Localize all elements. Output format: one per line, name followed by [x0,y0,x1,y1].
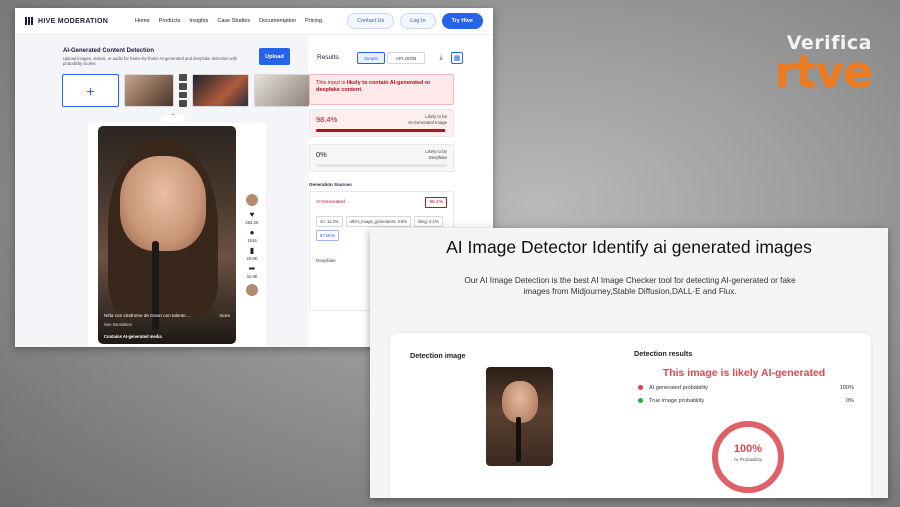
df-score-bar [316,164,447,167]
gauge-arc [712,421,784,493]
thumbnail-3[interactable] [254,74,311,107]
upload-header: AI-Generated Content Detection Upload im… [63,48,248,66]
df-label-line2: Deepfake [428,154,447,160]
video-caption-text: Niña con síndrome de Down con talento ..… [104,313,191,318]
gauge-label: AI Probability [733,458,763,463]
gen-source-score: 98.4% [425,197,447,208]
ai-label-line2: AI-Generated Image [408,119,447,125]
video-action-rail: ♥ 263.4K ● 1616 ▮ 20.8K ➦ 32.8K [242,193,262,297]
true-probability-label: True image probability [649,398,705,404]
results-header: Results Simple API JSON ⤓ ▦ [309,52,493,68]
log-in-button[interactable]: Log In [400,13,436,29]
upload-title: AI-Generated Content Detection [63,48,155,54]
ai-score-label: Likely to be AI-Generated Image [408,114,447,125]
heart-icon[interactable]: ♥ [250,211,255,219]
results-title: Results [317,54,339,61]
ai-probability-label: AI generated probability [649,385,709,391]
gen-tag: 4o: 11.3% [316,216,343,227]
verifica-rtve-logo: Verifica rtve [774,32,873,98]
thumbnail-strip[interactable] [179,74,187,107]
upload-panel: AI-Generated Content Detection Upload im… [15,36,327,347]
ai-score-bar [316,129,447,132]
detection-image-mic [516,417,521,462]
shares-count: 32.8K [246,274,258,279]
alert-prefix: This input is [316,80,347,86]
ai-score-fill [316,129,445,132]
comment-icon[interactable]: ● [250,229,255,237]
nav-products[interactable]: Products [159,18,181,24]
detector-description: Our AI Image Detection is the best AI Im… [464,276,796,296]
thumbnail-selected[interactable] [124,74,174,107]
hive-nav-actions: Contact Us Log In Try Hive [347,13,483,29]
see-translation-link[interactable]: See translation [104,322,132,327]
bookmark-icon[interactable]: ▮ [250,247,254,255]
deepfake-source-label: Deepfake [316,258,336,263]
comments-count: 1616 [247,238,257,243]
ai-image-detector-screenshot: AI Image Detector Identify ai generated … [370,228,888,498]
video-face [120,156,206,251]
upload-button[interactable]: Upload [259,48,290,65]
hive-brand-name: HIVE MODERATION [38,17,109,25]
chevron-up-icon[interactable]: ˆ [161,115,185,124]
detection-card: Detection image Detection results This i… [390,333,871,498]
generation-sources-title: Generation Sources [309,182,352,187]
more-tags-button[interactable]: 97 More [316,230,340,241]
nav-case-studies[interactable]: Case Studies [217,18,250,24]
hive-navbar: HIVE MODERATION Home Products Insights C… [15,8,493,35]
add-media-button[interactable]: + [62,74,119,107]
hive-nav-menu: Home Products Insights Case Studies Docu… [135,18,322,24]
gauge-value: 100% [733,443,763,455]
true-probability-value: 0% [845,398,854,404]
ai-generated-score: 98.4% Likely to be AI-Generated Image [309,109,454,137]
gauge-svg [712,421,784,493]
gen-tag: other_image_generators: 3.5% [345,216,412,227]
upload-description: Upload images, videos, or audio for fram… [63,56,238,66]
ai-probability-row: AI generated probability 100% [638,385,854,391]
try-hive-button[interactable]: Try Hive [441,13,483,29]
detection-results-label: Detection results [634,349,693,358]
logo-rtve-text: rtve [774,47,873,98]
df-score-label: Likely to be Deepfake [425,149,447,160]
detection-verdict: This image is likely AI-generated [662,367,826,379]
thumbnail-2[interactable] [192,74,249,107]
ai-media-label: Contains AI-generated media [104,334,162,339]
settings-icon[interactable]: ▦ [451,52,463,64]
bookmarks-count: 20.8K [246,256,258,261]
share-icon[interactable]: ➦ [249,265,256,273]
verdict-alert: This input is likely to contain AI-gener… [309,74,454,105]
likes-count: 263.4K [245,220,259,225]
nav-documentation[interactable]: Documentation [259,18,296,24]
music-avatar[interactable] [245,283,259,297]
detection-image-label: Detection image [410,351,466,360]
green-dot-icon [638,398,643,404]
nav-home[interactable]: Home [135,18,150,24]
nav-insights[interactable]: Insights [189,18,208,24]
tab-simple[interactable]: Simple [357,52,385,64]
red-dot-icon [638,385,643,391]
video-frame[interactable]: Niña con síndrome de Down con talento ..… [98,126,236,344]
detection-image [486,367,553,466]
gen-source-name: AI-Generated [316,200,345,205]
video-caption: Niña con síndrome de Down con talento ..… [104,313,232,318]
contact-us-button[interactable]: Contact Us [347,13,395,29]
true-probability-row: True image probability 0% [638,398,854,404]
avatar[interactable] [245,193,259,207]
deepfake-score: 0% Likely to be Deepfake [309,144,454,172]
gen-tag: kling: 3.1% [414,216,443,227]
df-label-line1: Likely to be [425,149,447,154]
ai-probability-gauge: 100% AI Probability [708,417,788,497]
nav-pricing[interactable]: Pricing [305,18,322,24]
more-link[interactable]: more [220,313,230,318]
media-thumbnails: + › [62,74,327,107]
ai-probability-value: 100% [839,385,854,391]
tab-api-json[interactable]: API JSON [387,52,425,64]
download-icon[interactable]: ⤓ [435,52,447,64]
hive-logo[interactable]: HIVE MODERATION [25,17,135,25]
hive-logo-icon [25,17,34,25]
video-preview: ˆ Niña con síndrome de Down con talento … [88,115,266,347]
detector-title: AI Image Detector Identify ai generated … [446,237,812,257]
